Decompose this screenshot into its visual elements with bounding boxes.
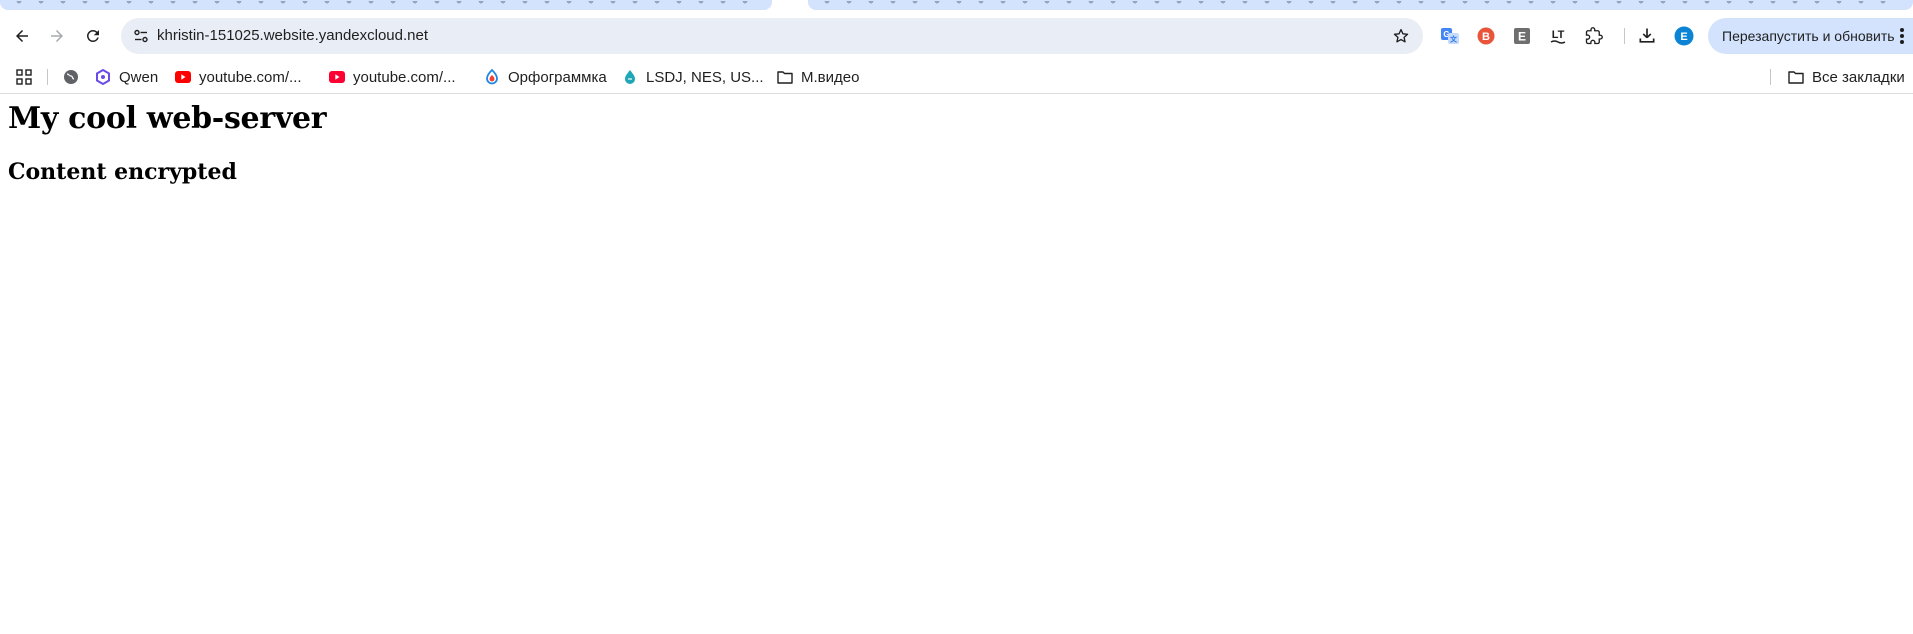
relaunch-label: Перезапустить и обновить bbox=[1722, 28, 1895, 44]
arrow-left-icon bbox=[16, 30, 28, 42]
bookmark-youtube-2[interactable]: youtube.com/... bbox=[329, 60, 456, 94]
bookmark-divider bbox=[1770, 69, 1771, 85]
tab-group-right[interactable] bbox=[808, 0, 1913, 10]
bookmark-label: youtube.com/... bbox=[199, 68, 302, 86]
bookmark-label: youtube.com/... bbox=[353, 68, 456, 86]
avatar[interactable]: E bbox=[1674, 26, 1694, 46]
page-title: My cool web-server bbox=[8, 101, 327, 136]
avatar-letter: E bbox=[1680, 31, 1687, 43]
e-letter-icon[interactable]: E bbox=[1512, 26, 1532, 46]
globe-icon bbox=[64, 70, 78, 84]
address-bar[interactable]: khristin-151025.website.yandexcloud.net bbox=[121, 18, 1423, 54]
apps-button[interactable] bbox=[16, 60, 32, 94]
forward-button[interactable] bbox=[43, 22, 71, 50]
youtube-icon bbox=[329, 69, 345, 85]
download-icon[interactable] bbox=[1637, 26, 1657, 46]
bookmark-divider bbox=[47, 69, 48, 85]
bookmark-label: Орфограммка bbox=[508, 68, 607, 86]
lsdj-icon bbox=[622, 69, 638, 85]
puzzle-icon[interactable] bbox=[1584, 26, 1604, 46]
bookmark-qwen[interactable]: Qwen bbox=[95, 60, 158, 94]
qwen-icon bbox=[95, 69, 111, 85]
youtube-icon bbox=[175, 69, 191, 85]
translate-icon[interactable]: G 文 bbox=[1440, 26, 1460, 46]
tab-group-left[interactable] bbox=[0, 0, 772, 10]
bookmark-lsdj[interactable]: LSDJ, NES, US... bbox=[622, 60, 764, 94]
folder-icon bbox=[777, 69, 793, 85]
svg-text:E: E bbox=[1518, 30, 1526, 44]
arrow-right-icon bbox=[51, 30, 63, 42]
svg-text:B: B bbox=[1482, 31, 1490, 43]
apps-grid-icon bbox=[16, 69, 32, 85]
bookmark-globe[interactable] bbox=[63, 60, 79, 94]
tab-strip bbox=[0, 0, 1913, 12]
reload-button[interactable] bbox=[79, 22, 107, 50]
relaunch-update-button[interactable]: Перезапустить и обновить bbox=[1708, 18, 1913, 54]
url-text[interactable]: khristin-151025.website.yandexcloud.net bbox=[157, 18, 428, 54]
site-info-icon[interactable] bbox=[131, 26, 151, 46]
bookmarks-bar: Qwen youtube.com/... youtube.com/... Орф… bbox=[0, 60, 1913, 94]
bookmark-label: LSDJ, NES, US... bbox=[646, 68, 764, 86]
reload-icon bbox=[86, 29, 99, 42]
more-menu-icon[interactable] bbox=[1899, 27, 1905, 45]
back-button[interactable] bbox=[8, 22, 36, 50]
page-subtitle: Content encrypted bbox=[8, 159, 237, 185]
bookmark-label: М.видео bbox=[801, 68, 860, 86]
orfogrammka-icon bbox=[484, 69, 500, 85]
svg-text:文: 文 bbox=[1450, 35, 1458, 44]
bookmark-orfogrammka[interactable]: Орфограммка bbox=[484, 60, 607, 94]
toolbar-divider bbox=[1624, 28, 1625, 44]
all-bookmarks-label: Все закладки bbox=[1812, 68, 1905, 86]
svg-text:LT: LT bbox=[1552, 29, 1565, 41]
all-bookmarks-folder[interactable]: Все закладки bbox=[1788, 60, 1905, 94]
brave-style-icon[interactable]: B bbox=[1476, 26, 1496, 46]
bookmark-youtube-1[interactable]: youtube.com/... bbox=[175, 60, 302, 94]
browser-toolbar: khristin-151025.website.yandexcloud.net … bbox=[0, 12, 1913, 60]
lt-icon[interactable]: LT bbox=[1548, 26, 1568, 46]
folder-icon bbox=[1788, 69, 1804, 85]
bookmark-star-icon[interactable] bbox=[1391, 26, 1411, 46]
bookmark-label: Qwen bbox=[119, 68, 159, 86]
page-content: My cool web-server Content encrypted bbox=[0, 95, 1913, 634]
bookmark-folder-mvideo[interactable]: М.видео bbox=[777, 60, 859, 94]
